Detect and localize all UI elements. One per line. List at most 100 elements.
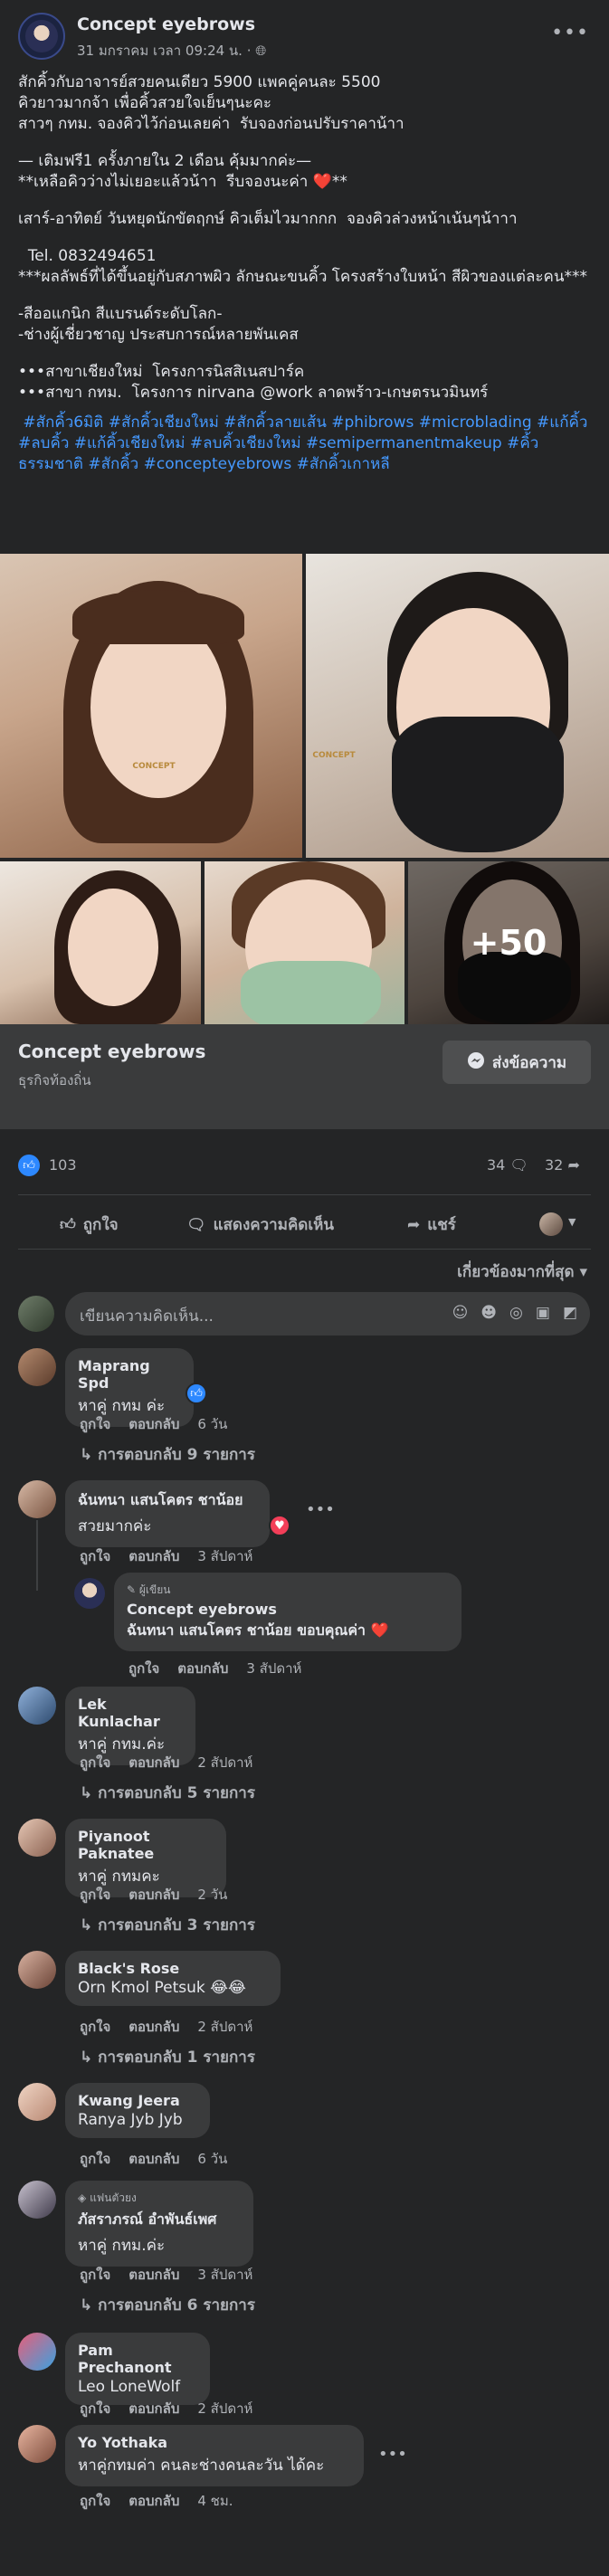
view-replies-link[interactable]: ↳ การตอบกลับ 3 รายการ	[80, 1913, 255, 1937]
comment-reply-link[interactable]: ตอบกลับ	[128, 2019, 179, 2035]
avatar[interactable]	[18, 1480, 56, 1518]
more-options-button[interactable]: •••	[551, 22, 589, 44]
commenter-name[interactable]: Pam Prechanont	[78, 2342, 197, 2376]
reaction-count[interactable]: 103	[49, 1156, 77, 1174]
post-header: Concept eyebrows 31 มกราคม เวลา 09:24 น.…	[0, 0, 609, 65]
love-reaction-icon[interactable]: ♥	[269, 1515, 290, 1536]
comment-time[interactable]: 2 วัน	[197, 1887, 227, 1903]
comment-like-link[interactable]: ถูกใจ	[80, 2019, 110, 2035]
commenter-name[interactable]: Lek Kunlachar	[78, 1696, 183, 1730]
post-photo[interactable]	[205, 861, 404, 1024]
commenter-name[interactable]: Yo Yothaka	[78, 2434, 351, 2451]
avatar[interactable]	[18, 2181, 56, 2219]
comment-more-button[interactable]: •••	[378, 2445, 407, 2464]
commenter-name[interactable]: Maprang Spd	[78, 1357, 181, 1392]
gif-icon[interactable]: ▣	[536, 1304, 550, 1322]
comment-time[interactable]: 4 ชม.	[197, 2493, 233, 2509]
watermark-logo: CONCEPT	[132, 762, 176, 771]
avatar-sticker-icon[interactable]: ☺	[452, 1304, 469, 1322]
avatar[interactable]	[18, 2333, 56, 2371]
post-photo[interactable]: CONCEPT	[0, 554, 302, 858]
commenter-name[interactable]: Piyanoot Paknatee	[78, 1828, 214, 1862]
comment-reply-link[interactable]: ตอบกลับ	[128, 2400, 179, 2417]
emoji-icon[interactable]: ☻	[481, 1304, 497, 1322]
avatar[interactable]	[18, 1819, 56, 1857]
comment-reply-link[interactable]: ตอบกลับ	[128, 1416, 179, 1432]
hashtag-links[interactable]: #สักคิ้ว6มิติ #สักคิ้วเชียงใหม่ #สักคิ้ว…	[18, 413, 594, 475]
post-photo[interactable]: CONCEPT	[306, 554, 609, 858]
sticker-icon[interactable]: ◩	[563, 1304, 577, 1322]
avatar[interactable]	[74, 1578, 105, 1609]
comment-like-link[interactable]: ถูกใจ	[80, 2493, 110, 2509]
comment-time[interactable]: 3 สัปดาห์	[197, 1548, 252, 1564]
view-replies-link[interactable]: ↳ การตอบกลับ 1 รายการ	[80, 2045, 255, 2069]
page-name-link[interactable]: Concept eyebrows	[77, 14, 255, 34]
comment-like-link[interactable]: ถูกใจ	[80, 2151, 110, 2167]
avatar[interactable]	[18, 1348, 56, 1386]
comment-like-link[interactable]: ถูกใจ	[80, 1754, 110, 1771]
comment-count[interactable]: 34 🗨︎	[487, 1156, 528, 1174]
comment-like-link[interactable]: ถูกใจ	[80, 2400, 110, 2417]
comment-reply-link[interactable]: ตอบกลับ	[177, 1660, 228, 1677]
avatar[interactable]	[18, 1687, 56, 1725]
comment-reply-link[interactable]: ตอบกลับ	[128, 2151, 179, 2167]
comment-reply-link[interactable]: ตอบกลับ	[128, 1548, 179, 1564]
view-replies-link[interactable]: ↳ การตอบกลับ 9 รายการ	[80, 1442, 255, 1467]
comment-more-button[interactable]: •••	[306, 1500, 335, 1519]
share-count[interactable]: 32 ➦	[545, 1156, 580, 1174]
post-line: **เหลือคิวว่างไม่เยอะแล้วน้าา รีบจองนะค่…	[18, 173, 347, 191]
comment-like-link[interactable]: ถูกใจ	[80, 2267, 110, 2283]
commenter-name[interactable]: Black's Rose	[78, 1960, 268, 1977]
comment-like-link[interactable]: ถูกใจ	[80, 1548, 110, 1564]
chevron-down-icon[interactable]: ▼	[568, 1216, 576, 1228]
comment-button[interactable]: 🗨︎ แสดงความคิดเห็น	[186, 1212, 334, 1237]
post-line: สักคิ้วกับอาจารย์สวยคนเดียว 5900 แพคคู่ค…	[18, 73, 381, 91]
comment-bubble: Pam Prechanont Leo LoneWolf	[65, 2333, 210, 2405]
commenter-name[interactable]: Concept eyebrows	[127, 1601, 449, 1618]
commenter-name[interactable]: Kwang Jeera	[78, 2092, 197, 2109]
page-info-name[interactable]: Concept eyebrows	[18, 1041, 205, 1062]
comment-time[interactable]: 2 สัปดาห์	[197, 2019, 252, 2035]
comment-time[interactable]: 6 วัน	[197, 2151, 227, 2167]
like-reaction-icon[interactable]: 👍︎	[18, 1155, 40, 1176]
comment-input[interactable]: เขียนความคิดเห็น... ☺ ☻ ◎ ▣ ◩	[65, 1292, 590, 1336]
like-button[interactable]: 👍︎ ถูกใจ	[60, 1212, 119, 1237]
comment-reply-link[interactable]: ตอบกลับ	[128, 2493, 179, 2509]
comment-actions: ถูกใจ ตอบกลับ 3 สัปดาห์	[80, 2264, 271, 2286]
comment-like-link[interactable]: ถูกใจ	[80, 1887, 110, 1903]
comment-time[interactable]: 3 สัปดาห์	[197, 2267, 252, 2283]
post-photo[interactable]: +50	[408, 861, 609, 1024]
comment-time[interactable]: 6 วัน	[197, 1416, 227, 1432]
avatar[interactable]	[18, 1951, 56, 1989]
more-photos-overlay[interactable]: +50	[408, 861, 609, 1024]
like-reaction-icon[interactable]: 👍︎	[186, 1383, 207, 1404]
comment-reply-link[interactable]: ตอบกลับ	[128, 1887, 179, 1903]
comment-time[interactable]: 2 สัปดาห์	[197, 2400, 252, 2417]
share-button[interactable]: ➦ แชร์	[407, 1212, 456, 1237]
actor-avatar[interactable]	[539, 1212, 563, 1236]
send-message-button[interactable]: ส่งข้อความ	[442, 1041, 591, 1084]
comment-time[interactable]: 2 สัปดาห์	[197, 1754, 252, 1771]
comment-like-link[interactable]: ถูกใจ	[128, 1660, 159, 1677]
comment-reply-link[interactable]: ตอบกลับ	[128, 2267, 179, 2283]
photo-grid: CONCEPT CONCEPT +50	[0, 554, 609, 1024]
comment-actions: ถูกใจ ตอบกลับ 2 สัปดาห์	[80, 2016, 271, 2038]
avatar	[18, 1296, 54, 1332]
share-icon: ➦	[407, 1215, 421, 1234]
page-info-bar: Concept eyebrows ธุรกิจท้องถิ่น ส่งข้อคว…	[0, 1024, 609, 1129]
avatar[interactable]	[18, 2083, 56, 2121]
commenter-name[interactable]: ภัสราภรณ์ อำพันธ์เพศ	[78, 2209, 241, 2231]
view-replies-link[interactable]: ↳ การตอบกลับ 6 รายการ	[80, 2293, 255, 2317]
comment-like-link[interactable]: ถูกใจ	[80, 1416, 110, 1432]
post-timestamp[interactable]: 31 มกราคม เวลา 09:24 น. · 🌐︎	[77, 40, 266, 62]
page-avatar[interactable]	[18, 13, 65, 60]
avatar[interactable]	[18, 2425, 56, 2463]
view-replies-link[interactable]: ↳ การตอบกลับ 5 รายการ	[80, 1781, 255, 1805]
comment-time[interactable]: 3 สัปดาห์	[246, 1660, 301, 1677]
post-line: Tel. 0832494651	[18, 247, 157, 265]
comment-sort-dropdown[interactable]: เกี่ยวข้องมากที่สุด ▾	[457, 1259, 587, 1284]
post-photo[interactable]	[0, 861, 201, 1024]
camera-icon[interactable]: ◎	[509, 1304, 523, 1322]
commenter-name[interactable]: ฉันทนา แสนโคตร ชาน้อย	[78, 1489, 257, 1512]
comment-reply-link[interactable]: ตอบกลับ	[128, 1754, 179, 1771]
